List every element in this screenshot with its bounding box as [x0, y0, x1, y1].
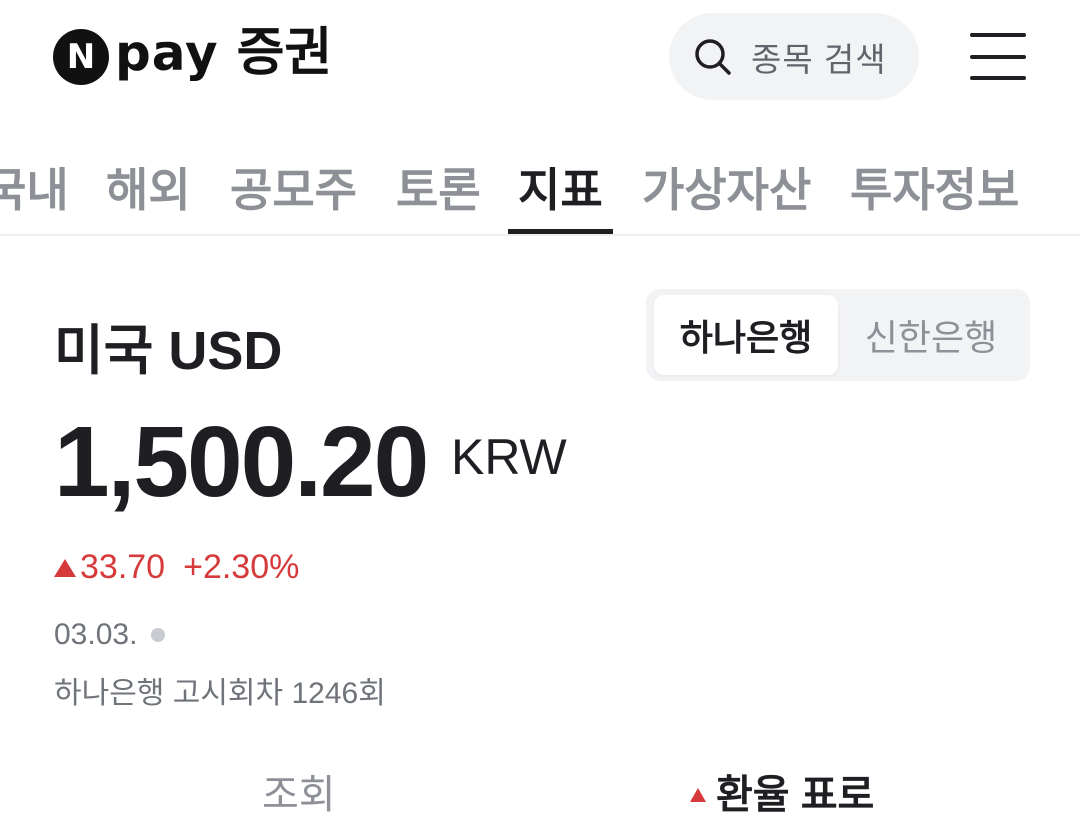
tab-discussion[interactable]: 토론	[396, 154, 481, 220]
tab-domestic[interactable]: 국내	[0, 154, 69, 220]
hamburger-menu-icon[interactable]	[970, 30, 1026, 80]
tab-crypto[interactable]: 가상자산	[642, 154, 811, 220]
logo-pay-text: pay	[115, 24, 219, 82]
search-icon	[695, 38, 731, 75]
npay-securities-logo[interactable]: N pay 증권	[53, 27, 332, 87]
status-dot-icon	[151, 628, 166, 642]
category-tabs: 국내 해외 공모주 토론 지표 가상자산 투자정보	[0, 140, 1080, 236]
up-arrow-icon	[690, 788, 706, 802]
tab-ipo[interactable]: 공모주	[230, 154, 357, 220]
bottom-tab-view[interactable]: 조회	[262, 762, 336, 820]
bank-toggle: 하나은행 신한은행	[646, 289, 1030, 381]
active-tab-indicator	[508, 229, 613, 234]
currency-title: 미국 USD	[54, 321, 283, 381]
date-text: 03.03.	[54, 618, 138, 651]
tab-overseas[interactable]: 해외	[106, 154, 191, 220]
bottom-tab-table-label: 환율 표로	[716, 773, 875, 817]
exchange-rate-value: 1,500.20	[54, 406, 429, 518]
change-percent: +2.30%	[183, 548, 300, 586]
notice-round: 하나은행 고시회차 1246회	[54, 677, 386, 710]
tab-indicators[interactable]: 지표	[518, 154, 603, 220]
search-placeholder: 종목 검색	[751, 40, 887, 78]
app-header: N pay 증권 종목 검색	[0, 0, 1080, 112]
bottom-tab-table[interactable]: 환율 표로	[690, 762, 874, 820]
bank-option-shinhan[interactable]: 신한은행	[846, 295, 1016, 375]
npay-logo-mark: N	[53, 29, 109, 85]
up-arrow-icon	[54, 558, 76, 577]
exchange-rate-unit: KRW	[451, 429, 567, 485]
rate-date: 03.03.	[54, 618, 166, 652]
change-amount: 33.70	[80, 548, 166, 586]
tab-investment-info[interactable]: 투자정보	[850, 154, 1019, 220]
logo-securities-text: 증권	[236, 23, 333, 83]
bank-option-hana[interactable]: 하나은행	[654, 295, 838, 375]
rate-change: 33.70 +2.30%	[54, 548, 299, 587]
search-button[interactable]: 종목 검색	[669, 13, 919, 100]
